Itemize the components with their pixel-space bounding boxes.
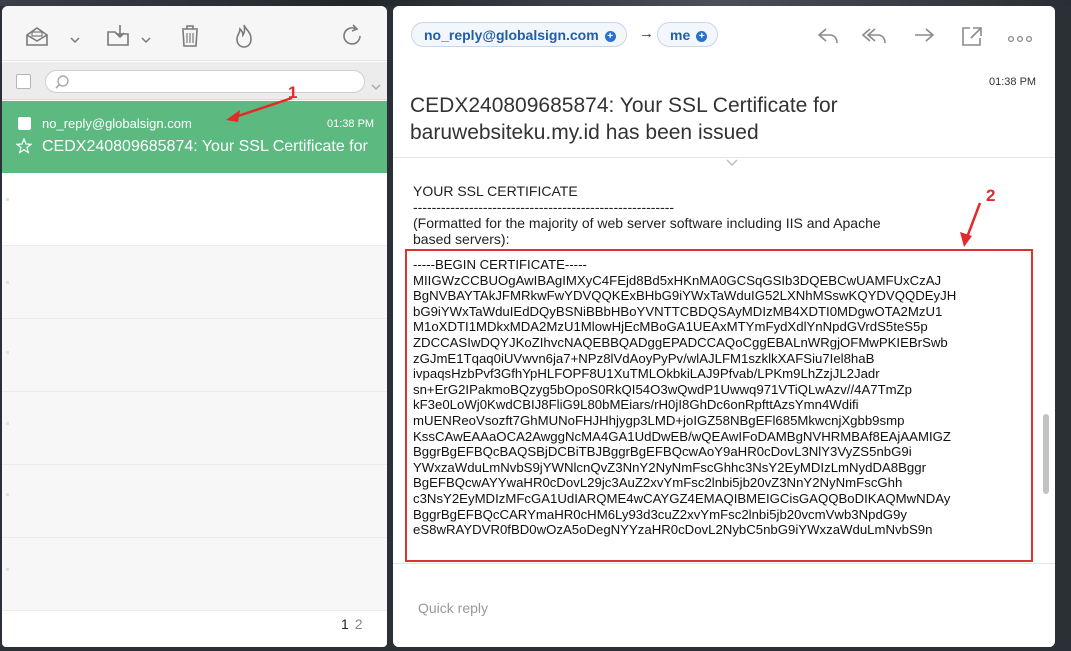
certificate-line: bG9iYWxTaWduIEdDQyBSNiBBbHBoYVNTTCBDQSAy… <box>413 303 943 319</box>
reply-all-icon[interactable] <box>861 25 886 47</box>
message-time: 01:38 PM <box>989 76 1037 88</box>
certificate-line: YWxzaWduLmNvbS9jYWNlcnQvZ3NnY2NyNmFscGhh… <box>413 459 926 475</box>
annotation-label-2: 2 <box>986 186 996 205</box>
message-header: no_reply@globalsign.com + → me + 01:38 PM … <box>393 6 1055 158</box>
message-body: YOUR SSL CERTIFICATE -------------------… <box>393 159 1055 562</box>
refresh-icon[interactable] <box>339 23 365 49</box>
certificate-line: c3NsY2EyMDIzMFcGA1UdIARQME4wCAYGZ4EMAQIB… <box>413 490 951 506</box>
quick-reply-input[interactable] <box>418 600 818 616</box>
certificate-line: mUENReoVsozft7GhMUNoFHJHhjygp3LMD+joIGZ5… <box>413 412 905 428</box>
archive-icon[interactable] <box>24 23 50 49</box>
archive-options-caret-icon[interactable] <box>70 31 80 44</box>
open-in-window-icon[interactable] <box>960 25 984 47</box>
search-icon <box>54 74 70 90</box>
page-1-link[interactable]: 1 <box>341 616 349 632</box>
certificate-line: sn+ErG2IPakmoBQzyg5bOpoS0RkQI54O3wQwdP1U… <box>413 381 913 397</box>
add-contact-icon[interactable]: + <box>696 31 708 42</box>
forward-icon[interactable] <box>912 25 936 47</box>
move-options-caret-icon[interactable] <box>141 31 151 44</box>
certificate-line: zGJmE1Tqaq0iUVwvn6ja7+NPz8lVdAoyPyPv/wlA… <box>413 350 875 366</box>
pagination: 12 <box>341 616 369 632</box>
more-icon[interactable] <box>1007 32 1033 54</box>
list-item-empty <box>2 319 387 392</box>
move-to-folder-icon[interactable] <box>105 23 131 49</box>
certificate-line: MIIGWzCCBUOgAwIBAgIMXyC4FEjd8Bd5xHKnMA0G… <box>413 272 942 288</box>
search-row <box>2 62 387 100</box>
quick-reply-area <box>393 563 1055 647</box>
certificate-line: ZDCCASIwDQYJKoZIhvcNAQEBBQADggEPADCCAQoC… <box>413 334 948 350</box>
body-separator: ----------------------------------------… <box>413 199 675 215</box>
certificate-highlight-box: -----BEGIN CERTIFICATE----- MIIGWzCCBUOgA… <box>405 249 1033 562</box>
certificate-line: BggrBgEFBQcBAQSBjDCBiTBJBggrBgEFBQcwAoY9… <box>413 444 912 460</box>
message-list-pane: no_reply@globalsign.com 01:38 PM CEDX240… <box>2 6 387 647</box>
from-address: no_reply@globalsign.com <box>424 27 599 43</box>
message-sender: no_reply@globalsign.com <box>42 116 192 131</box>
to-address: me <box>670 27 691 43</box>
message-subject: CEDX240809685874: Your SSL Certificate f… <box>42 138 372 155</box>
list-toolbar <box>2 6 387 61</box>
certificate-line: BggrBgEFBQcCARYmaHR0cHM6Ly93d3cuZ2xvYmFs… <box>413 506 907 522</box>
message-list-item-selected[interactable]: no_reply@globalsign.com 01:38 PM CEDX240… <box>2 101 387 173</box>
search-input[interactable] <box>45 70 365 93</box>
recipient-arrow: → <box>639 25 654 42</box>
list-item-empty <box>2 392 387 465</box>
certificate-line: kF3e0LoWj0KwdCBIJ8FliG9L80bMEiars/rH0jI8… <box>413 397 859 413</box>
list-item-empty <box>2 538 387 611</box>
trash-icon[interactable] <box>177 23 203 49</box>
to-address-pill[interactable]: me + <box>657 22 719 47</box>
message-checkbox[interactable] <box>18 117 31 130</box>
body-note-line2: based servers): <box>413 231 510 247</box>
message-detail-pane: no_reply@globalsign.com + → me + 01:38 PM … <box>393 6 1055 647</box>
certificate-line: eS8wRAYDVR0fBD0wOzA5oDegNYYzaHR0cDovL2Ny… <box>413 522 933 538</box>
annotation-label-1: 1 <box>288 83 298 102</box>
search-options-caret-icon[interactable] <box>371 78 381 91</box>
star-icon[interactable] <box>15 137 33 154</box>
certificate-line: M1oXDTI1MDkxMDA2MzU1MlowHjEcMBoGA1UEAxMT… <box>413 319 928 335</box>
certificate-line: BgNVBAYTAkJFMRkwFwYDVQQKExBHbG9iYWxTaWdu… <box>413 288 957 304</box>
list-item-empty <box>2 465 387 538</box>
body-note-line1: (Formatted for the majority of web serve… <box>413 215 881 231</box>
list-item-empty <box>2 173 387 246</box>
message-time: 01:38 PM <box>327 118 375 130</box>
certificate-line: BgEFBQcwAYYwaHR0cDovL29jc3AuZ2xvYmFsc2ln… <box>413 475 903 491</box>
scrollbar-thumb[interactable] <box>1043 414 1049 494</box>
select-all-checkbox[interactable] <box>16 74 31 89</box>
body-heading: YOUR SSL CERTIFICATE <box>413 183 578 199</box>
certificate-text: -----BEGIN CERTIFICATE----- MIIGWzCCBUOgA… <box>413 257 956 538</box>
burn-icon[interactable] <box>231 23 257 49</box>
message-scrollbar[interactable] <box>1039 159 1051 562</box>
from-address-pill[interactable]: no_reply@globalsign.com + <box>411 22 627 47</box>
add-contact-icon[interactable]: + <box>604 31 616 42</box>
certificate-begin-marker: -----BEGIN CERTIFICATE----- <box>413 257 587 272</box>
page-2-link[interactable]: 2 <box>355 616 363 632</box>
list-item-empty <box>2 246 387 319</box>
message-subject-heading: CEDX240809685874: Your SSL Certificate f… <box>410 94 838 144</box>
certificate-line: KssCAwEAAaOCA2AwggNcMA4GA1UdDwEB/wQEAwIF… <box>413 428 951 444</box>
reply-icon[interactable] <box>816 25 840 47</box>
certificate-line: ivpaqsHzbPvf3GfhYpHLFOPF8U1XuTMLOkbkiLAJ… <box>413 366 880 382</box>
